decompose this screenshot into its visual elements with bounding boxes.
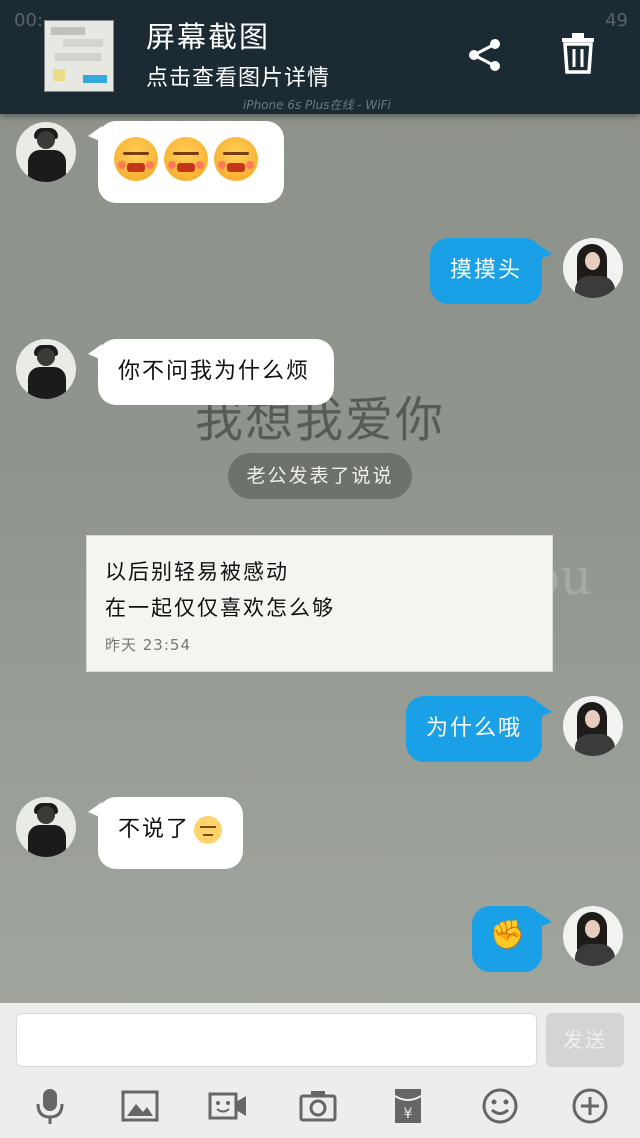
fist-bump-icon: ✊ [490, 918, 527, 951]
avatar[interactable] [563, 906, 623, 966]
send-button[interactable]: 发送 [546, 1013, 624, 1067]
battery-level: 49 [605, 10, 628, 31]
post-line-2: 在一起仅仅喜欢怎么够 [105, 596, 335, 620]
notification-title: 屏幕截图 [146, 20, 271, 54]
message-bubble-emoji[interactable]: ✊ [472, 906, 542, 972]
status-time: 00: [14, 10, 43, 31]
message-bubble[interactable]: 你不问我为什么烦 [98, 339, 334, 405]
message-bubble[interactable]: 不说了 [98, 797, 243, 869]
angry-face-icon [114, 137, 158, 181]
message-bubble-emoji[interactable] [98, 121, 284, 203]
angry-face-icon [164, 137, 208, 181]
unamused-face-icon [194, 816, 223, 844]
angry-face-icon [214, 137, 258, 181]
post-timestamp: 昨天 23:54 [105, 636, 191, 654]
message-input[interactable] [16, 1013, 537, 1067]
message-bubble[interactable]: 为什么哦 [406, 696, 542, 762]
avatar[interactable] [16, 339, 76, 399]
delete-icon[interactable] [560, 32, 596, 74]
camera-icon[interactable] [298, 1086, 338, 1126]
message-bubble[interactable]: 摸摸头 [430, 238, 542, 304]
emoji-icon[interactable] [480, 1086, 520, 1126]
message-text: 不说了 [118, 817, 191, 842]
device-status: iPhone 6s Plus在线 - WiFi [243, 98, 391, 112]
system-notice[interactable]: 老公发表了说说 [228, 453, 412, 499]
notification-subtitle: 点击查看图片详情 [146, 66, 331, 91]
post-line-1: 以后别轻易被感动 [105, 560, 289, 584]
share-icon[interactable] [466, 36, 504, 74]
svg-text:¥: ¥ [404, 1106, 413, 1122]
avatar[interactable] [563, 696, 623, 756]
plus-icon[interactable] [570, 1086, 610, 1126]
screenshot-thumbnail[interactable] [44, 20, 114, 92]
post-card[interactable]: 以后别轻易被感动 在一起仅仅喜欢怎么够 昨天 23:54 [86, 535, 553, 672]
video-icon[interactable] [208, 1086, 248, 1126]
image-icon[interactable] [120, 1086, 160, 1126]
mic-icon[interactable] [30, 1086, 70, 1126]
red-packet-icon[interactable]: ¥ [388, 1086, 428, 1126]
avatar[interactable] [563, 238, 623, 298]
avatar[interactable] [16, 797, 76, 857]
avatar[interactable] [16, 122, 76, 182]
